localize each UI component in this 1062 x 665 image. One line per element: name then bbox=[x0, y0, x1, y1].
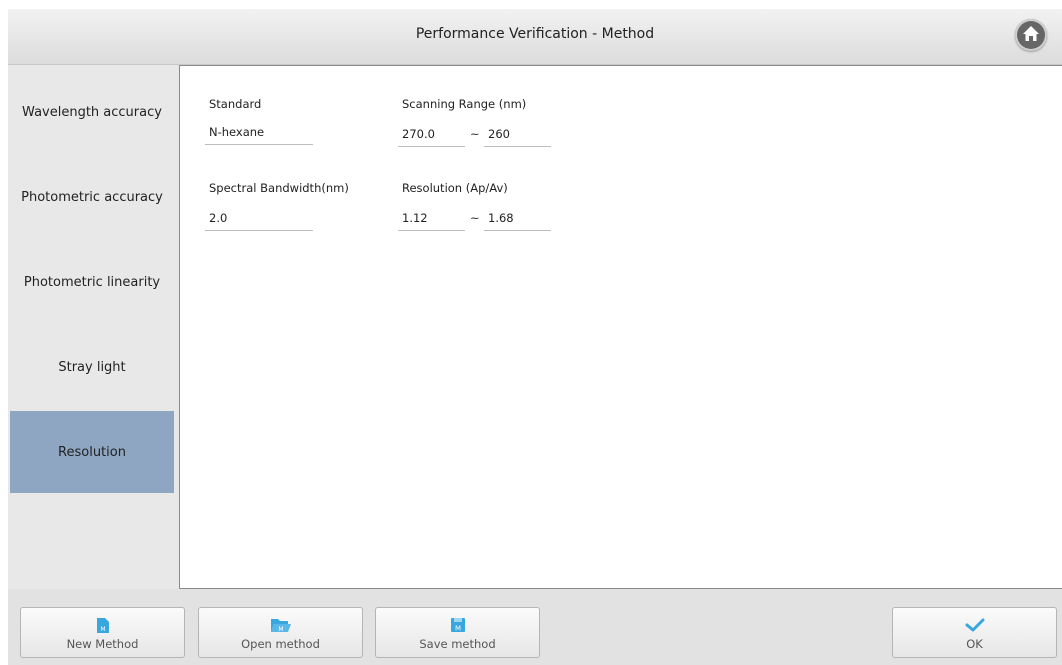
spectral-bandwidth-label: Spectral Bandwidth(nm) bbox=[209, 181, 349, 195]
new-method-label: New Method bbox=[66, 637, 139, 651]
app-window: Performance Verification - Method Wavele… bbox=[8, 9, 1062, 665]
resolution-min-field[interactable]: 1.12 bbox=[398, 207, 465, 231]
window-title: Performance Verification - Method bbox=[415, 26, 655, 42]
new-method-button[interactable]: M New Method bbox=[20, 607, 185, 658]
standard-field[interactable]: N-hexane bbox=[205, 121, 313, 145]
sidebar-item-stray-light[interactable]: Stray light bbox=[10, 326, 174, 408]
standard-label: Standard bbox=[209, 97, 262, 111]
sidebar-item-photometric-accuracy[interactable]: Photometric accuracy bbox=[10, 156, 174, 238]
sidebar-item-label: Wavelength accuracy bbox=[22, 104, 162, 120]
home-icon bbox=[1023, 26, 1039, 41]
sidebar-item-label: Resolution bbox=[58, 444, 126, 460]
scanning-range-start-field[interactable]: 270.0 bbox=[398, 123, 465, 147]
ok-label: OK bbox=[966, 637, 983, 651]
sidebar: Wavelength accuracy Photometric accuracy… bbox=[10, 66, 176, 586]
range-separator: ~ bbox=[470, 127, 480, 141]
home-button[interactable] bbox=[1015, 19, 1047, 51]
title-bar: Performance Verification - Method bbox=[8, 9, 1062, 65]
folder-open-icon: M bbox=[270, 619, 291, 633]
svg-text:M: M bbox=[278, 626, 283, 633]
svg-text:M: M bbox=[100, 626, 105, 633]
sidebar-item-label: Stray light bbox=[58, 359, 126, 375]
range-separator: ~ bbox=[470, 211, 480, 225]
sidebar-item-resolution[interactable]: Resolution bbox=[10, 411, 174, 493]
sidebar-item-wavelength-accuracy[interactable]: Wavelength accuracy bbox=[10, 71, 174, 153]
scanning-range-label: Scanning Range (nm) bbox=[402, 97, 527, 111]
resolution-max-field[interactable]: 1.68 bbox=[484, 207, 551, 231]
sidebar-item-photometric-linearity[interactable]: Photometric linearity bbox=[10, 241, 174, 323]
save-method-label: Save method bbox=[419, 637, 496, 651]
sidebar-item-label: Photometric accuracy bbox=[21, 189, 163, 205]
new-document-icon: M bbox=[96, 618, 109, 633]
scanning-range-end-field[interactable]: 260 bbox=[484, 123, 551, 147]
checkmark-icon bbox=[965, 618, 984, 632]
save-method-button[interactable]: M Save method bbox=[375, 607, 540, 658]
save-icon: M bbox=[450, 618, 465, 633]
sidebar-item-label: Photometric linearity bbox=[23, 274, 161, 290]
svg-text:M: M bbox=[454, 625, 460, 633]
open-method-label: Open method bbox=[241, 637, 320, 651]
ok-button[interactable]: OK bbox=[892, 607, 1057, 658]
method-panel: Standard N-hexane Scanning Range (nm) 27… bbox=[179, 65, 1062, 589]
resolution-label: Resolution (Ap/Av) bbox=[402, 181, 508, 195]
bottom-toolbar: M New Method M Open method M Save method bbox=[8, 589, 1062, 665]
spectral-bandwidth-field[interactable]: 2.0 bbox=[205, 207, 313, 231]
open-method-button[interactable]: M Open method bbox=[198, 607, 363, 658]
